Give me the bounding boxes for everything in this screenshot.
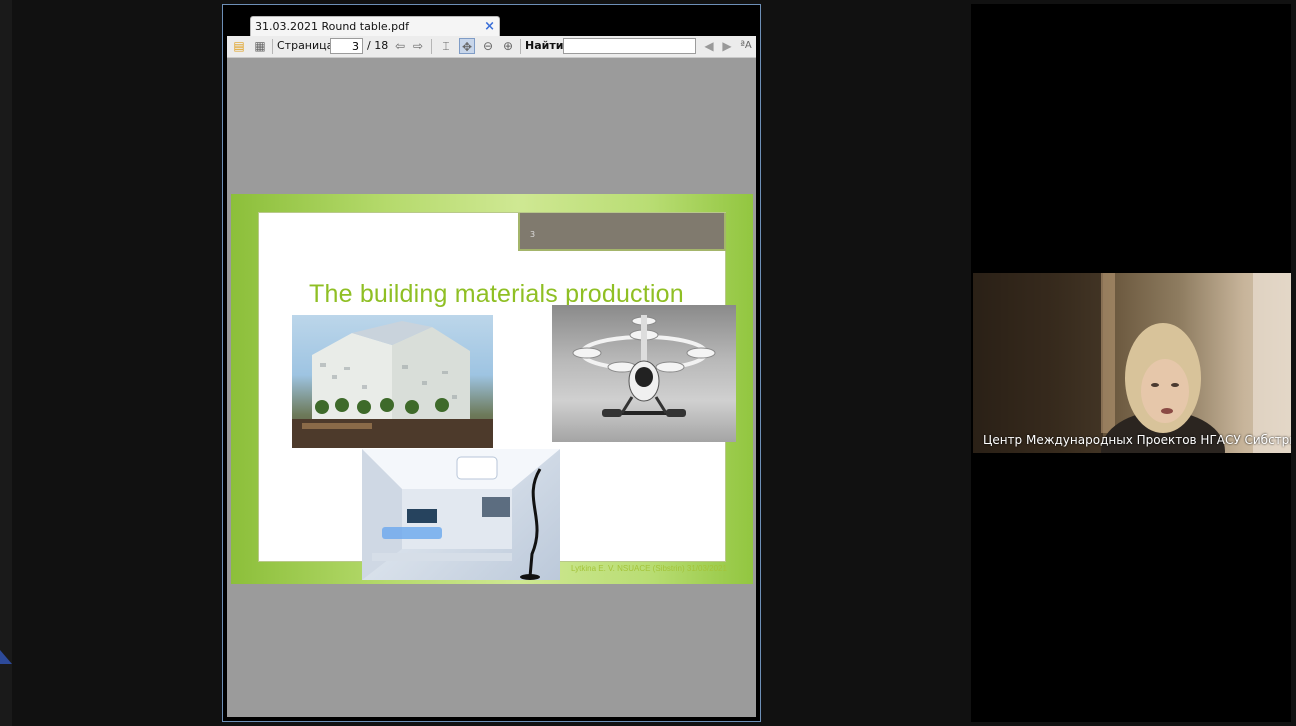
page-number-input[interactable] <box>330 38 363 54</box>
toolbar-divider <box>431 39 432 54</box>
open-file-icon[interactable]: ▤ <box>231 38 247 54</box>
close-tab-icon[interactable]: × <box>484 17 495 36</box>
left-side-panel <box>0 0 12 726</box>
find-previous-icon[interactable]: ◀ <box>701 38 717 54</box>
slide-number: 3 <box>530 230 536 239</box>
zoom-out-icon[interactable]: ⊖ <box>480 38 496 54</box>
zoom-in-icon[interactable]: ⊕ <box>500 38 516 54</box>
find-input[interactable] <box>563 38 696 54</box>
document-tab[interactable]: 31.03.2021 Round table.pdf × <box>250 16 500 36</box>
drone-photo <box>552 305 736 442</box>
video-panel: Центр Международных Проектов НГАСУ Сибст… <box>971 4 1291 722</box>
find-label: Найти: <box>525 39 568 52</box>
participant-name: Центр Международных Проектов НГАСУ Сибст… <box>983 433 1291 447</box>
participant-video-tile[interactable]: Центр Международных Проектов НГАСУ Сибст… <box>973 273 1291 453</box>
slide-header-tab: 3 <box>518 213 726 251</box>
select-tool-icon[interactable]: ⌶ <box>438 38 454 54</box>
slide-page: 3 The building materials production Lytk… <box>231 194 753 584</box>
corner-decoration <box>0 650 12 664</box>
document-viewport[interactable]: 3 The building materials production Lytk… <box>227 58 756 717</box>
document-tab-title: 31.03.2021 Round table.pdf <box>255 20 409 33</box>
next-page-icon[interactable]: ⇨ <box>410 38 426 54</box>
toolbar-divider <box>520 39 521 54</box>
building-photo <box>292 315 493 448</box>
pan-tool-icon[interactable]: ✥ <box>459 38 475 54</box>
print-icon[interactable]: ▦ <box>252 38 268 54</box>
pdf-viewer-window: 31.03.2021 Round table.pdf × ▤ ▦ Страниц… <box>222 4 761 722</box>
interior-photo <box>362 449 560 580</box>
slide-footer: Lytkina E. V. NSUACE (Sibstrin) 31/03/20… <box>571 564 727 573</box>
slide-content: 3 The building materials production Lytk… <box>258 212 736 580</box>
page-total: / 18 <box>367 39 389 52</box>
page-label: Страница: <box>277 39 338 52</box>
pdf-toolbar: ▤ ▦ Страница: / 18 ⇦ ⇨ ⌶ ✥ ⊖ ⊕ Найти: ◀ … <box>227 36 756 58</box>
previous-page-icon[interactable]: ⇦ <box>392 38 408 54</box>
match-case-icon[interactable]: ªA <box>738 38 754 54</box>
toolbar-divider <box>272 39 273 54</box>
find-next-icon[interactable]: ▶ <box>719 38 735 54</box>
